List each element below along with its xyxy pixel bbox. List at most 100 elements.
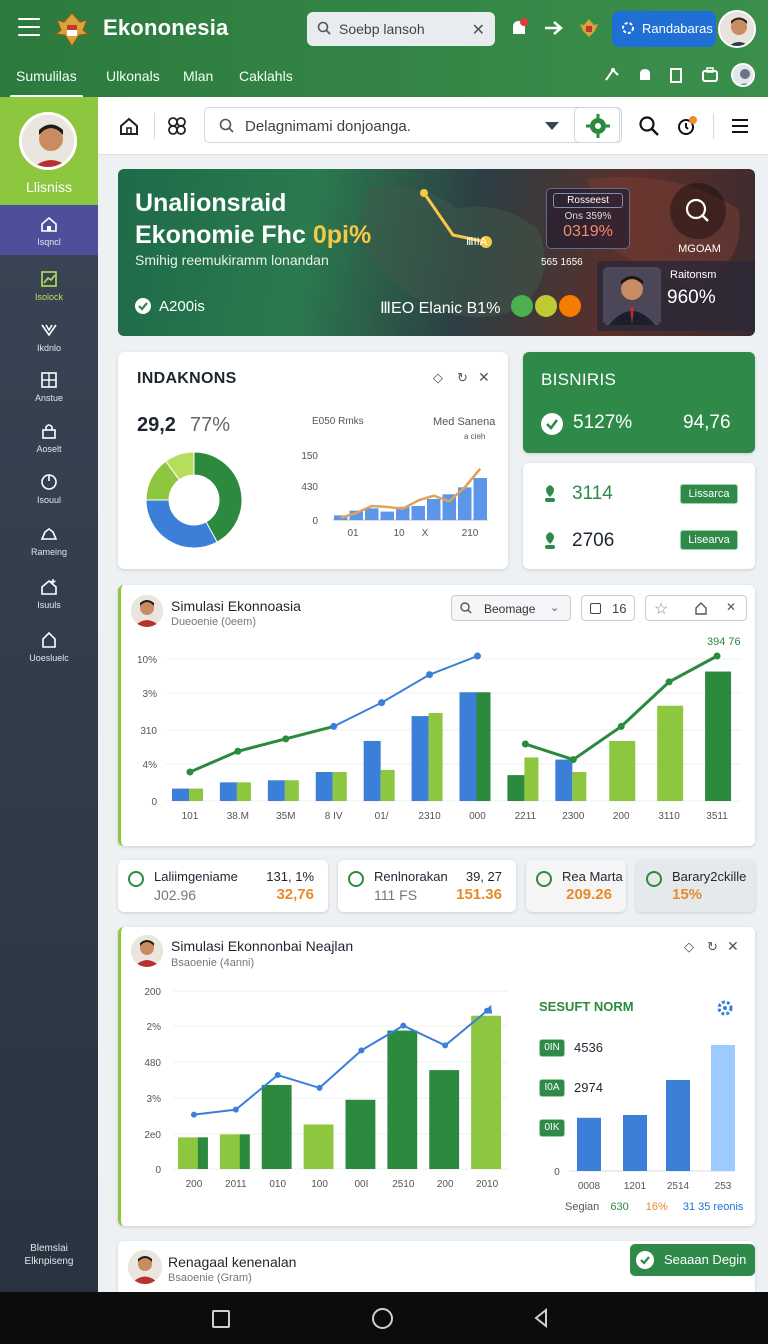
briefcase-icon[interactable] [701, 66, 719, 84]
stat-card-1[interactable]: Laliimgeniame J02.96 131, 1% 32,76 [118, 860, 328, 912]
search-icon[interactable] [638, 115, 660, 137]
side-footer: Segian 630 16% 31 35 reonis [565, 1201, 743, 1213]
sim1-dropdown[interactable]: Beomage ⌄ [451, 595, 571, 621]
stat-card-3[interactable]: Rea Marta 209.26 [526, 860, 626, 912]
status-tag-2[interactable]: Lisearva [680, 530, 738, 550]
hero-card-avatar [603, 267, 661, 325]
sidebar-item-uoesluelc[interactable]: Uoesluelc [0, 621, 98, 671]
tab-sumulilas[interactable]: Sumulilas [10, 68, 83, 98]
bottom-action-button[interactable]: Seaaan Degin [630, 1244, 755, 1276]
indicator-orange [559, 295, 581, 317]
user-button[interactable]: Randabaras [612, 11, 716, 47]
toolbar-search[interactable]: Delagnimami donjoanga. [204, 107, 622, 143]
hero-profile-card[interactable]: Raitonsm 960% [597, 261, 755, 331]
bell-alert-icon[interactable] [507, 16, 531, 40]
sidebar-item-isqncl[interactable]: Isqncl [0, 205, 98, 255]
home-icon[interactable] [118, 115, 140, 137]
sidebar-item-aoselt[interactable]: Aoselt [0, 412, 98, 462]
refresh-icon[interactable]: ↻ [457, 370, 468, 386]
branch-icon [40, 321, 58, 339]
sidebar-item-isouul[interactable]: Isouul [0, 463, 98, 513]
sidebar-item-isolock[interactable]: Isolock [0, 260, 98, 310]
bisniris-card[interactable]: BISNIRIS 5127% 94,76 [523, 352, 755, 453]
home-icon [40, 215, 58, 233]
sidebar-item-label: Isouul [36, 495, 62, 505]
bar [507, 775, 525, 801]
lock-icon [40, 422, 58, 440]
hero-banner[interactable]: Unalionsraid Ekonomie Fhc 0pi% Smihig re… [118, 169, 755, 336]
sidebar-item-isuuls[interactable]: Isuuls [0, 568, 98, 618]
notification-icon[interactable] [676, 115, 698, 137]
sidebar-footer[interactable]: Blemslai Elknpiseng [0, 1242, 98, 1268]
sidebar-item-rameing[interactable]: Rameing [0, 515, 98, 565]
refresh-icon[interactable]: ↻ [707, 939, 718, 955]
close-icon[interactable]: ✕ [726, 600, 736, 614]
y-tick-label: 480 [144, 1058, 161, 1069]
crest-icon[interactable] [577, 16, 601, 40]
recent-apps-button[interactable] [212, 1310, 230, 1328]
bell-icon[interactable] [637, 66, 653, 84]
grid-icon [40, 371, 58, 389]
document-icon[interactable] [668, 66, 684, 84]
diamond-icon[interactable]: ◇ [684, 939, 694, 955]
user-avatar[interactable] [718, 10, 756, 48]
star-icon[interactable]: ☆ [654, 599, 668, 619]
search-icon [460, 602, 472, 614]
sidebar-item-anstue[interactable]: Anstue [0, 361, 98, 411]
circle-icon [40, 473, 58, 491]
emblem-logo [54, 10, 90, 48]
home-icon[interactable] [694, 602, 708, 615]
green-gear-button[interactable] [574, 107, 620, 143]
status-circle-icon [536, 871, 552, 887]
hero-box-mid: Ons 359% [564, 211, 612, 222]
profile-avatar-small[interactable] [731, 63, 755, 87]
y-tick-label: 3% [143, 689, 158, 700]
bar [239, 1134, 250, 1169]
hero-rate-box[interactable]: Rosseest Ons 359% 0319% [546, 188, 630, 249]
close-icon[interactable]: ✕ [478, 369, 490, 386]
header-search-text: Soebp lansoh [339, 21, 425, 37]
clear-icon[interactable]: ✕ [472, 20, 485, 40]
hero-mid-label: ⅢEO Elanic B1% [380, 300, 501, 317]
chevron-down-icon[interactable] [545, 122, 559, 130]
x-tick-label: 2514 [667, 1181, 690, 1192]
tab-caklahls[interactable]: Caklahls [239, 68, 293, 84]
sidebar: Llisniss Isqncl Isolock Ikdnlo Anstue Ao… [0, 97, 98, 1292]
back-button[interactable] [533, 1308, 549, 1328]
x-tick-label: 0008 [578, 1181, 601, 1192]
line-point [358, 1047, 365, 1054]
stat-name: Renlnorakan [374, 869, 448, 884]
hero-search-widget[interactable]: MGOAM [667, 181, 732, 261]
stat-card-4[interactable]: Barary2ckille 15% [636, 860, 755, 912]
bisniris-title: BISNIRIS [541, 370, 617, 389]
stat-value: 15% [672, 886, 703, 903]
trend-line-green [189, 724, 335, 774]
menu-icon[interactable] [730, 115, 752, 137]
diamond-icon[interactable]: ◇ [433, 370, 443, 386]
menu-icon[interactable] [18, 18, 40, 36]
sim1-toolbar-box[interactable]: 16 [581, 595, 635, 621]
sidebar-item-ikdnlo[interactable]: Ikdnlo [0, 311, 98, 361]
header-search[interactable]: Soebp lansoh ✕ [307, 12, 495, 46]
status-value-2: 2706 [572, 530, 615, 551]
status-tag-1[interactable]: Lissarca [680, 484, 738, 504]
gear-icon[interactable] [714, 997, 736, 1019]
stat-card-2[interactable]: Renlnorakan 111 FS 39, 27 151.36 [338, 860, 516, 912]
line-point [617, 722, 625, 730]
y-tick-label: 150 [301, 451, 318, 462]
apps-icon[interactable] [166, 115, 188, 137]
y-tick-label: 2% [147, 1022, 162, 1033]
arrow-right-icon[interactable] [542, 16, 566, 40]
tab-mlan[interactable]: Mlan [183, 68, 213, 84]
share-icon[interactable] [603, 66, 621, 84]
side-footer-4: 31 35 reonis [682, 1201, 744, 1213]
tab-ulkonals[interactable]: Ulkonals [106, 68, 160, 84]
close-icon[interactable]: ✕ [727, 938, 739, 955]
x-tick-label: 200 [186, 1179, 203, 1190]
sim1-actions: ☆ ✕ [645, 595, 747, 621]
bar [365, 508, 379, 520]
home-button[interactable] [372, 1308, 393, 1329]
stat-pct: 39, 27 [465, 869, 502, 884]
sidebar-profile[interactable]: Llisniss [0, 97, 98, 205]
card-title: INDAKNONS [137, 370, 237, 387]
